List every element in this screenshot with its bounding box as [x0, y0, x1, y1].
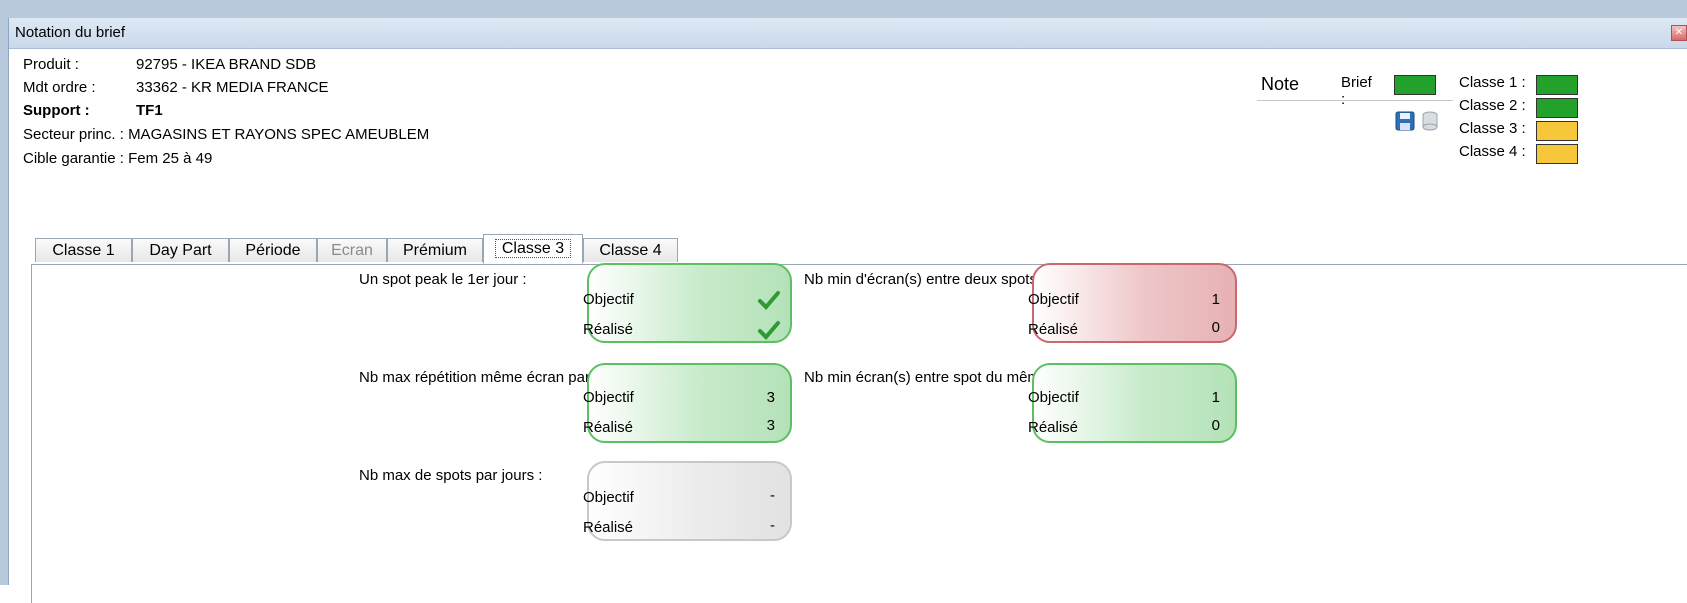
- class-2-row: Classe 2 :: [1459, 97, 1526, 119]
- brief-label: Brief :: [1341, 74, 1372, 108]
- class-3-label: Classe 3 :: [1459, 120, 1526, 137]
- tab-premium[interactable]: Prémium: [387, 238, 483, 262]
- class-3-row: Classe 3 :: [1459, 120, 1526, 142]
- support-row: Support : TF1: [23, 102, 163, 124]
- class-4-swatch: [1536, 144, 1578, 164]
- nb-max-spots-realise-value: -: [770, 517, 775, 534]
- nb-max-repet-objectif-label: Objectif: [583, 389, 634, 406]
- cible-label: Cible garantie :: [23, 150, 124, 167]
- nb-max-spots-objectif-label: Objectif: [583, 489, 634, 506]
- nb-min-ecran-realise-value: 0: [1211, 319, 1220, 336]
- window-title: Notation du brief: [15, 24, 126, 41]
- spot-peak-objectif-label: Objectif: [583, 291, 634, 308]
- nb-min-ecran-label: Nb min d'écran(s) entre deux spots :: [804, 271, 1046, 288]
- nb-min-ecran-objectif-value: 1: [1211, 291, 1220, 308]
- brief-color-swatch: [1394, 75, 1436, 95]
- mdt-row: Mdt ordre : 33362 - KR MEDIA FRANCE: [23, 79, 329, 101]
- spot-peak-realise-label: Réalisé: [583, 321, 634, 338]
- class-1-swatch: [1536, 75, 1578, 95]
- support-label: Support :: [23, 102, 90, 119]
- class-1-label: Classe 1 :: [1459, 74, 1526, 91]
- title-bar: Notation du brief ✕: [9, 18, 1687, 49]
- tab-classe-3[interactable]: Classe 3: [483, 234, 583, 264]
- nb-min-ecran-produit-objectif-value: 1: [1211, 389, 1220, 406]
- nb-min-ecran-produit-card: Objectif 1 Réalisé 0: [1028, 363, 1237, 443]
- nb-max-spots-objectif-value: -: [770, 487, 775, 504]
- nb-min-ecran-produit-objectif-label: Objectif: [1028, 389, 1079, 406]
- secteur-row: Secteur princ. : MAGASINS ET RAYONS SPEC…: [23, 126, 429, 148]
- note-title: Note: [1261, 74, 1300, 94]
- support-value: TF1: [136, 102, 163, 119]
- spot-peak-card: Objectif Réalisé: [583, 263, 792, 343]
- nb-min-ecran-realise-label: Réalisé: [1028, 321, 1079, 338]
- nb-min-ecran-card: Objectif 1 Réalisé 0: [1028, 263, 1237, 343]
- classe-3-panel: Un spot peak le 1er jour : Objectif Réal…: [31, 263, 1687, 603]
- tab-periode[interactable]: Période: [229, 238, 317, 262]
- close-icon[interactable]: ✕: [1671, 25, 1687, 41]
- produit-row: Produit : 92795 - IKEA BRAND SDB: [23, 56, 316, 78]
- tab-classe-4[interactable]: Classe 4: [583, 238, 678, 262]
- class-4-label: Classe 4 :: [1459, 143, 1526, 160]
- tab-ecran: Ecran: [317, 238, 387, 262]
- mdt-value: 33362 - KR MEDIA FRANCE: [136, 79, 329, 96]
- secteur-label: Secteur princ. :: [23, 126, 124, 143]
- cible-row: Cible garantie : Fem 25 à 49: [23, 150, 212, 172]
- produit-label: Produit :: [23, 56, 79, 73]
- class-3-swatch: [1536, 121, 1578, 141]
- nb-min-ecran-produit-realise-label: Réalisé: [1028, 419, 1079, 436]
- check-icon: [758, 291, 780, 310]
- class-2-label: Classe 2 :: [1459, 97, 1526, 114]
- nb-max-repet-card: Objectif 3 Réalisé 3: [583, 363, 792, 443]
- nb-max-repet-objectif-value: 3: [766, 389, 775, 406]
- tab-classe-1[interactable]: Classe 1: [35, 238, 132, 262]
- nb-min-ecran-objectif-label: Objectif: [1028, 291, 1079, 308]
- nb-min-ecran-produit-realise-value: 0: [1211, 417, 1220, 434]
- brief-rating-dialog: Notation du brief ✕ Produit : 92795 - IK…: [8, 18, 1687, 603]
- tab-day-part[interactable]: Day Part: [132, 238, 229, 262]
- cible-value: Fem 25 à 49: [128, 150, 213, 167]
- nb-max-repet-realise-label: Réalisé: [583, 419, 634, 436]
- database-icon[interactable]: [1419, 110, 1441, 132]
- class-2-swatch: [1536, 98, 1578, 118]
- produit-value: 92795 - IKEA BRAND SDB: [136, 56, 317, 73]
- mdt-label: Mdt ordre :: [23, 79, 96, 96]
- nb-max-spots-card: Objectif - Réalisé -: [583, 461, 792, 541]
- nb-max-spots-realise-label: Réalisé: [583, 519, 634, 536]
- nb-max-repet-realise-value: 3: [766, 417, 775, 434]
- nb-max-spots-label: Nb max de spots par jours :: [359, 467, 543, 484]
- class-1-row: Classe 1 :: [1459, 74, 1526, 96]
- secteur-value: MAGASINS ET RAYONS SPEC AMEUBLEM: [128, 126, 430, 143]
- save-icon[interactable]: [1394, 110, 1416, 132]
- check-icon: [758, 321, 780, 340]
- spot-peak-label: Un spot peak le 1er jour :: [359, 271, 527, 288]
- class-4-row: Classe 4 :: [1459, 143, 1526, 165]
